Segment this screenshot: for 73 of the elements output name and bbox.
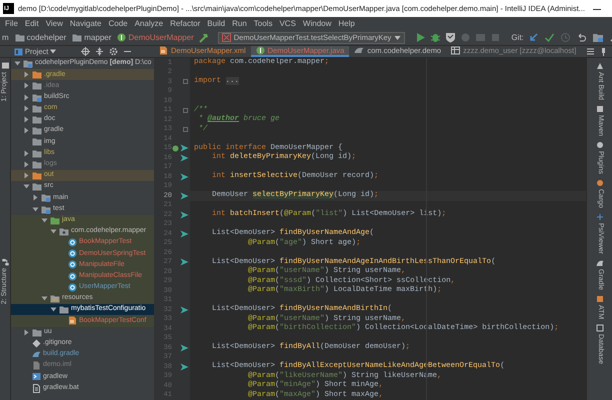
target-icon[interactable] [81, 47, 90, 56]
square-icon [596, 105, 604, 114]
implemented-arrow-icon[interactable] [180, 258, 189, 266]
implemented-arrow-icon[interactable] [180, 306, 189, 314]
menu-item[interactable]: Navigate [66, 18, 104, 30]
interface-icon [256, 46, 265, 55]
caret-icon [50, 49, 56, 54]
triangle-icon [596, 62, 604, 70]
breadcrumb[interactable]: mapper [72, 32, 112, 44]
circle-icon [596, 141, 604, 150]
fold-icon [182, 78, 189, 86]
menu-item[interactable]: Help [335, 18, 358, 30]
hammer-icon[interactable] [198, 32, 210, 44]
implemented-arrow-icon[interactable] [180, 192, 189, 200]
database-icon [596, 324, 604, 332]
caret-right-icon[interactable] [23, 150, 30, 157]
package-icon [59, 226, 69, 236]
menu-item[interactable]: Build [204, 18, 228, 30]
breadcrumb[interactable]: codehelper [14, 32, 66, 44]
fold-icon [182, 126, 189, 133]
pin-icon[interactable] [599, 47, 608, 56]
tab-list-icon[interactable] [586, 47, 595, 56]
implemented-arrow-icon[interactable] [180, 344, 189, 352]
menu-item[interactable]: Analyze [132, 18, 166, 30]
caret-down-icon[interactable] [41, 295, 48, 302]
caret-right-icon[interactable] [32, 194, 39, 202]
caret-icon [394, 34, 402, 40]
menu-item[interactable]: Refactor [167, 18, 204, 30]
update-arrow-icon[interactable] [528, 32, 539, 43]
caret-down-icon[interactable] [23, 183, 30, 190]
table-icon [451, 46, 460, 55]
caret-right-icon[interactable] [23, 82, 30, 90]
plus-icon [596, 213, 604, 222]
structure-icon [1, 258, 9, 266]
caret-right-icon[interactable] [23, 328, 30, 336]
collapse-icon[interactable] [95, 47, 104, 56]
menu-item[interactable]: Run [229, 18, 250, 30]
implemented-arrow-icon[interactable] [180, 172, 189, 181]
square-icon [596, 295, 604, 304]
vcs-label: Git: [511, 32, 524, 44]
circle-icon [596, 179, 604, 188]
menu-item[interactable]: File [2, 18, 21, 30]
fold-icon [182, 106, 189, 114]
check-icon[interactable] [544, 32, 555, 43]
diamond-icon [32, 338, 41, 348]
caret-right-icon[interactable] [23, 116, 30, 124]
caret-right-icon[interactable] [23, 172, 30, 179]
bug-icon[interactable] [430, 32, 442, 43]
caret-down-icon[interactable] [32, 206, 39, 213]
menu-item[interactable]: Tools [250, 18, 276, 30]
implemented-arrow-icon[interactable] [180, 230, 189, 238]
menu-item[interactable]: Edit [22, 18, 42, 30]
interface-marker-icon[interactable] [172, 144, 179, 152]
interface-icon [117, 33, 126, 42]
caret-down-icon[interactable] [50, 228, 57, 235]
run-icon[interactable] [415, 32, 426, 43]
implemented-arrow-icon[interactable] [180, 362, 189, 371]
breadcrumb[interactable]: DemoUserMapper [117, 32, 194, 44]
menu-item[interactable]: VCS [276, 18, 299, 30]
breadcrumb[interactable]: m [2, 32, 9, 44]
menu-item[interactable]: Window [300, 18, 334, 30]
caret-right-icon[interactable] [23, 127, 30, 134]
menu-item[interactable]: Code [105, 18, 131, 30]
caret-right-icon[interactable] [23, 71, 30, 78]
caret-right-icon[interactable] [23, 160, 30, 168]
undo-icon[interactable] [576, 32, 587, 43]
caret-down-icon[interactable] [41, 216, 48, 224]
caret-down-icon[interactable] [14, 60, 21, 68]
caret-right-icon[interactable] [23, 104, 30, 112]
menu-item[interactable]: View [42, 18, 66, 30]
caret-down-icon[interactable] [50, 306, 57, 314]
caret-right-icon[interactable] [23, 94, 30, 101]
implemented-arrow-icon[interactable] [180, 210, 189, 219]
